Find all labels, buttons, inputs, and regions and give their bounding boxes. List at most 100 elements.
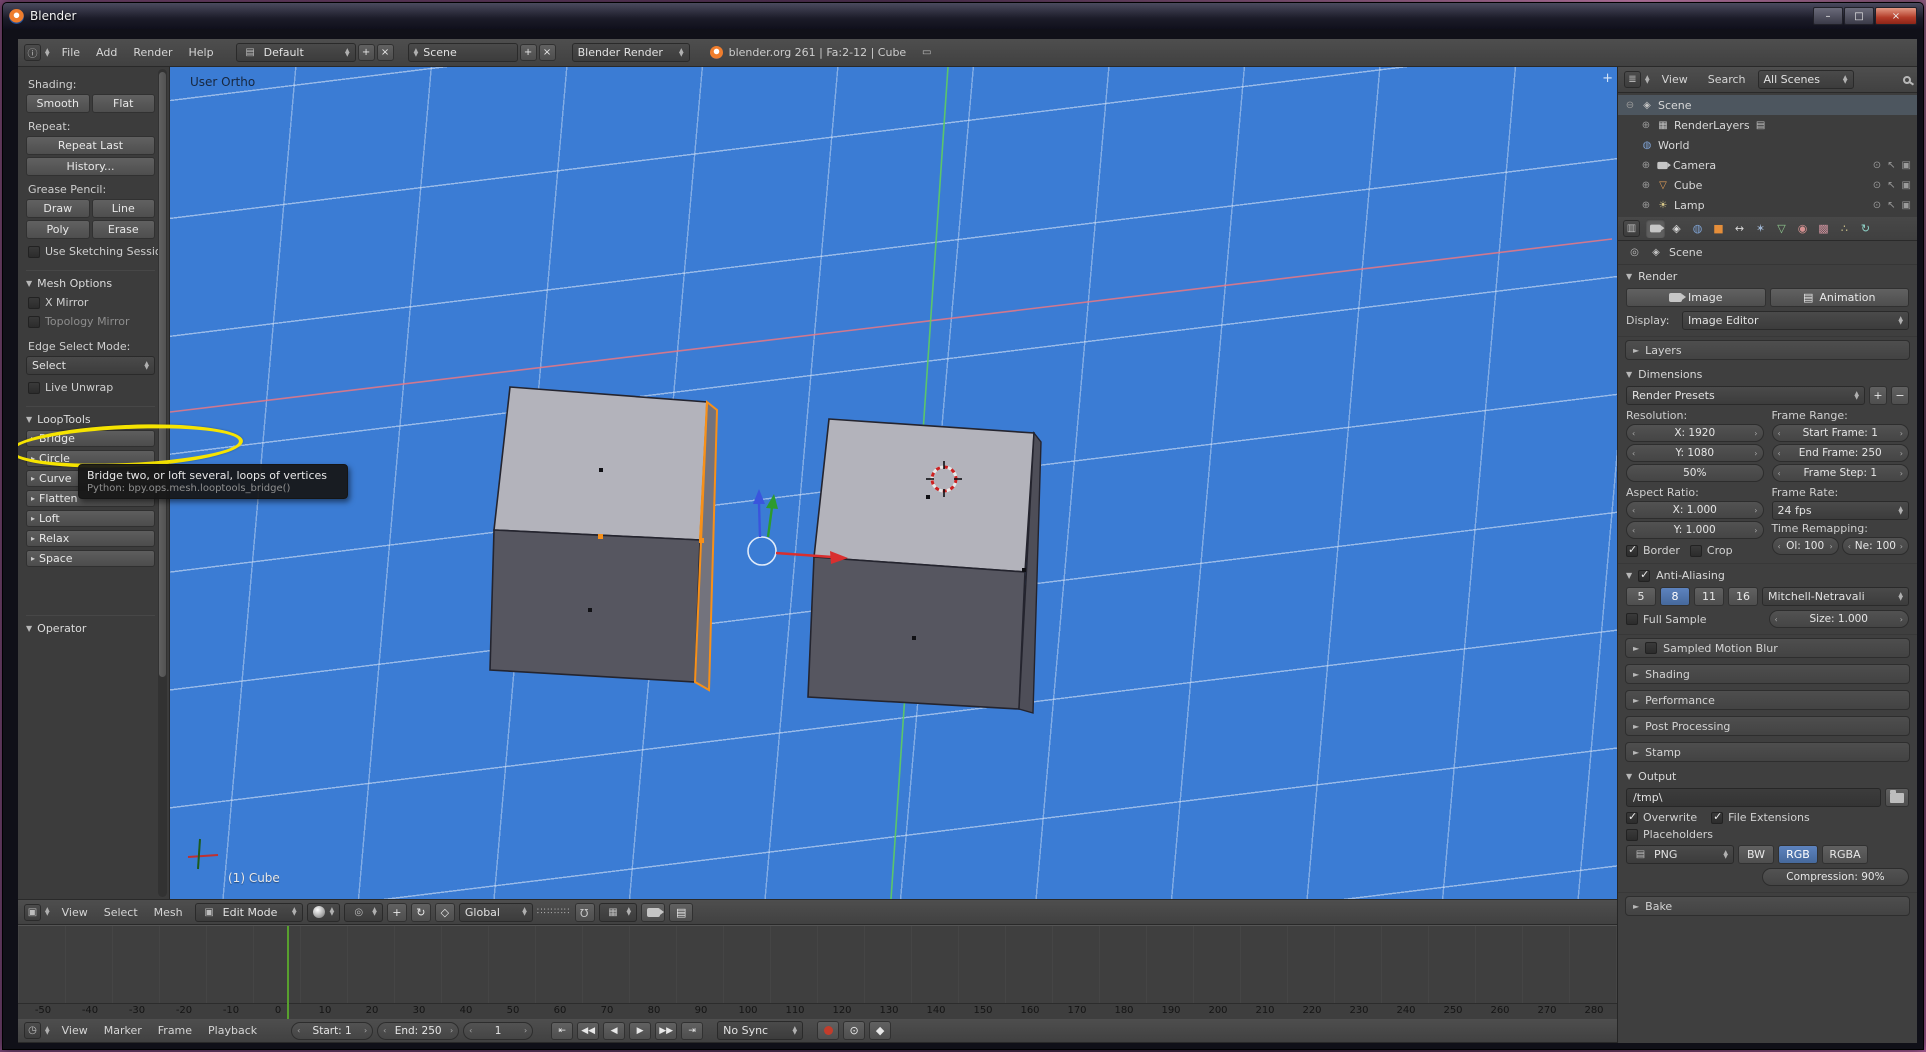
outliner-row-renderlayers[interactable]: ⊕ ▦ RenderLayers ▤: [1618, 115, 1917, 135]
stamp-panel-header[interactable]: ► Stamp: [1625, 742, 1910, 762]
resolution-percent-slider[interactable]: 50%: [1626, 464, 1764, 482]
timeline-ruler[interactable]: -50 -40 -30 -20 -10 0 10 20 30 40 50 60 70 80 90 100 110…: [18, 1003, 1617, 1019]
looptools-button[interactable]: ▸ Relax: [26, 530, 155, 547]
editor-chooser-arrows-icon[interactable]: ▲ ▼: [45, 907, 50, 917]
render-image-button[interactable]: Image: [1626, 288, 1766, 307]
looptools-button[interactable]: ▸ Space: [26, 550, 155, 567]
outliner-row-cube[interactable]: ⊕ ▽ Cube ⊙ ↖ ▣: [1618, 175, 1917, 195]
render-engine-dropdown[interactable]: Blender Render ▲ ▼: [571, 43, 690, 62]
editor-type-3dview-icon[interactable]: ▣: [24, 903, 41, 921]
cube-left-front-face[interactable]: [489, 529, 701, 683]
placeholders-checkbox[interactable]: Placeholders: [1626, 828, 1713, 841]
menu-item[interactable]: Mesh: [146, 904, 191, 921]
render-presets-dropdown[interactable]: Render Presets ▲ ▼: [1626, 386, 1865, 405]
bake-panel-header[interactable]: ► Bake: [1625, 896, 1910, 916]
remove-preset-button[interactable]: −: [1891, 386, 1909, 405]
delete-layout-button[interactable]: ×: [376, 44, 394, 61]
screen-layout-dropdown[interactable]: ▤ Default ▲ ▼: [235, 43, 356, 62]
file-format-dropdown[interactable]: ▤ PNG ▲ ▼: [1626, 845, 1734, 864]
physics-tab[interactable]: ↻: [1856, 219, 1875, 238]
jump-to-start-button[interactable]: ⇤: [551, 1021, 574, 1040]
expand-icon[interactable]: ⊕: [1640, 180, 1652, 191]
expand-arrow-icon[interactable]: ▸: [31, 514, 35, 523]
repeat-last-button[interactable]: Repeat Last: [26, 136, 155, 155]
remap-old-field[interactable]: ‹ Ol: 100 ›: [1771, 537, 1839, 555]
aspect-y-field[interactable]: ‹ Y: 1.000 ›: [1626, 521, 1764, 539]
viewport-scene[interactable]: [170, 67, 1612, 899]
snap-element-dropdown[interactable]: ▦ ▲ ▼: [598, 902, 638, 922]
visibility-eye-icon[interactable]: ⊙: [1873, 160, 1881, 171]
menu-item[interactable]: View: [54, 904, 96, 921]
topology-mirror-checkbox[interactable]: Topology Mirror: [28, 315, 155, 328]
render-panel-header[interactable]: ▼ Render: [1618, 265, 1917, 286]
rgb-button[interactable]: RGB: [1778, 845, 1818, 864]
titlebar[interactable]: Blender – □ ×: [3, 3, 1923, 29]
expand-icon[interactable]: ⊕: [1640, 120, 1652, 131]
display-dropdown[interactable]: Image Editor ▲ ▼: [1682, 311, 1909, 330]
minimize-button[interactable]: –: [1813, 7, 1843, 25]
outliner-row-camera[interactable]: ⊕ Camera ⊙ ↖ ▣: [1618, 155, 1917, 175]
constraints-tab[interactable]: ↔: [1730, 219, 1749, 238]
expand-arrow-icon[interactable]: ▸: [31, 534, 35, 543]
crop-checkbox[interactable]: Crop: [1689, 544, 1733, 557]
next-keyframe-button[interactable]: ▶▶: [655, 1021, 678, 1040]
aa-samples-5-button[interactable]: 5: [1626, 587, 1656, 606]
sync-dropdown[interactable]: No Sync ▲ ▼: [717, 1021, 804, 1040]
region-expand-icon[interactable]: +: [1602, 71, 1613, 86]
aa-samples-8-button[interactable]: 8: [1660, 587, 1690, 606]
renderability-icon[interactable]: ▣: [1902, 160, 1911, 171]
current-frame-indicator[interactable]: [287, 926, 289, 1019]
editor-chooser-arrows-icon[interactable]: ▲ ▼: [45, 47, 50, 57]
scrollbar-thumb[interactable]: [159, 72, 166, 677]
sketch-session-checkbox[interactable]: Use Sketching Sessio: [28, 245, 162, 258]
keyframe-insert-button[interactable]: ◆: [869, 1021, 892, 1040]
face-dot[interactable]: [912, 636, 916, 640]
outliner-row-scene[interactable]: ⊖ ◈ Scene: [1618, 95, 1917, 115]
orientation-dropdown[interactable]: Global ▲ ▼: [458, 902, 533, 922]
menu-item[interactable]: File: [54, 44, 88, 61]
motion-blur-checkbox[interactable]: [1645, 642, 1658, 654]
renderability-icon[interactable]: ▣: [1902, 200, 1911, 211]
post-processing-panel-header[interactable]: ► Post Processing: [1625, 716, 1910, 736]
prev-keyframe-button[interactable]: ◀◀: [577, 1021, 600, 1040]
menu-item[interactable]: Add: [88, 44, 125, 61]
cube-right-front-face[interactable]: [807, 556, 1026, 710]
layers-widget[interactable]: ∷∷∷∷∷: [537, 907, 571, 917]
remap-new-field[interactable]: ‹ Ne: 100 ›: [1841, 537, 1909, 555]
current-frame-field[interactable]: ‹ 1 ›: [463, 1021, 534, 1040]
manipulator-translate-button[interactable]: +: [386, 902, 407, 922]
scene-tab[interactable]: ◈: [1667, 219, 1686, 238]
jump-to-end-button[interactable]: ⇥: [681, 1021, 704, 1040]
looptools-panel-header[interactable]: ▼ LoopTools: [26, 406, 155, 426]
line-button[interactable]: Line: [91, 199, 155, 218]
render-opengl-button[interactable]: [641, 902, 666, 922]
editor-chooser-arrows-icon[interactable]: ▲ ▼: [45, 1025, 50, 1035]
resolution-x-field[interactable]: ‹ X: 1920 ›: [1626, 424, 1764, 442]
aa-size-field[interactable]: ‹ Size: 1.000 ›: [1768, 610, 1909, 628]
mode-dropdown[interactable]: ▣ Edit Mode ▲ ▼: [194, 902, 303, 922]
start-frame-field[interactable]: ‹ Start: 1 ›: [291, 1021, 374, 1040]
bw-button[interactable]: BW: [1738, 845, 1774, 864]
add-preset-button[interactable]: +: [1869, 386, 1887, 405]
face-dot[interactable]: [588, 608, 592, 612]
menu-item[interactable]: Marker: [96, 1022, 150, 1039]
menu-item[interactable]: Frame: [150, 1022, 200, 1039]
scene-dropdown[interactable]: ▲ ▼ Scene: [407, 43, 518, 62]
live-unwrap-checkbox[interactable]: Live Unwrap: [28, 381, 155, 394]
texture-tab[interactable]: ▩: [1814, 219, 1833, 238]
render-tab[interactable]: [1646, 219, 1665, 238]
maximize-button[interactable]: □: [1844, 7, 1874, 25]
face-dot[interactable]: [1022, 568, 1026, 572]
end-frame-field[interactable]: ‹ End: 250 ›: [377, 1021, 460, 1040]
manipulator-rotate-button[interactable]: ↻: [410, 902, 431, 922]
dimensions-panel-header[interactable]: ▼ Dimensions: [1618, 363, 1917, 384]
file-extensions-checkbox[interactable]: File Extensions: [1711, 810, 1810, 824]
visibility-eye-icon[interactable]: ⊙: [1873, 180, 1881, 191]
outliner-view-menu[interactable]: View: [1654, 71, 1696, 88]
expand-icon[interactable]: ⊕: [1640, 160, 1652, 171]
mesh-options-panel-header[interactable]: ▼ Mesh Options: [26, 270, 155, 290]
expand-arrow-icon[interactable]: ▸: [31, 434, 35, 443]
expand-arrow-icon[interactable]: ▸: [31, 454, 35, 463]
viewport-shading-dropdown[interactable]: ▲ ▼: [306, 902, 341, 922]
collapse-icon[interactable]: ⊖: [1624, 100, 1636, 111]
